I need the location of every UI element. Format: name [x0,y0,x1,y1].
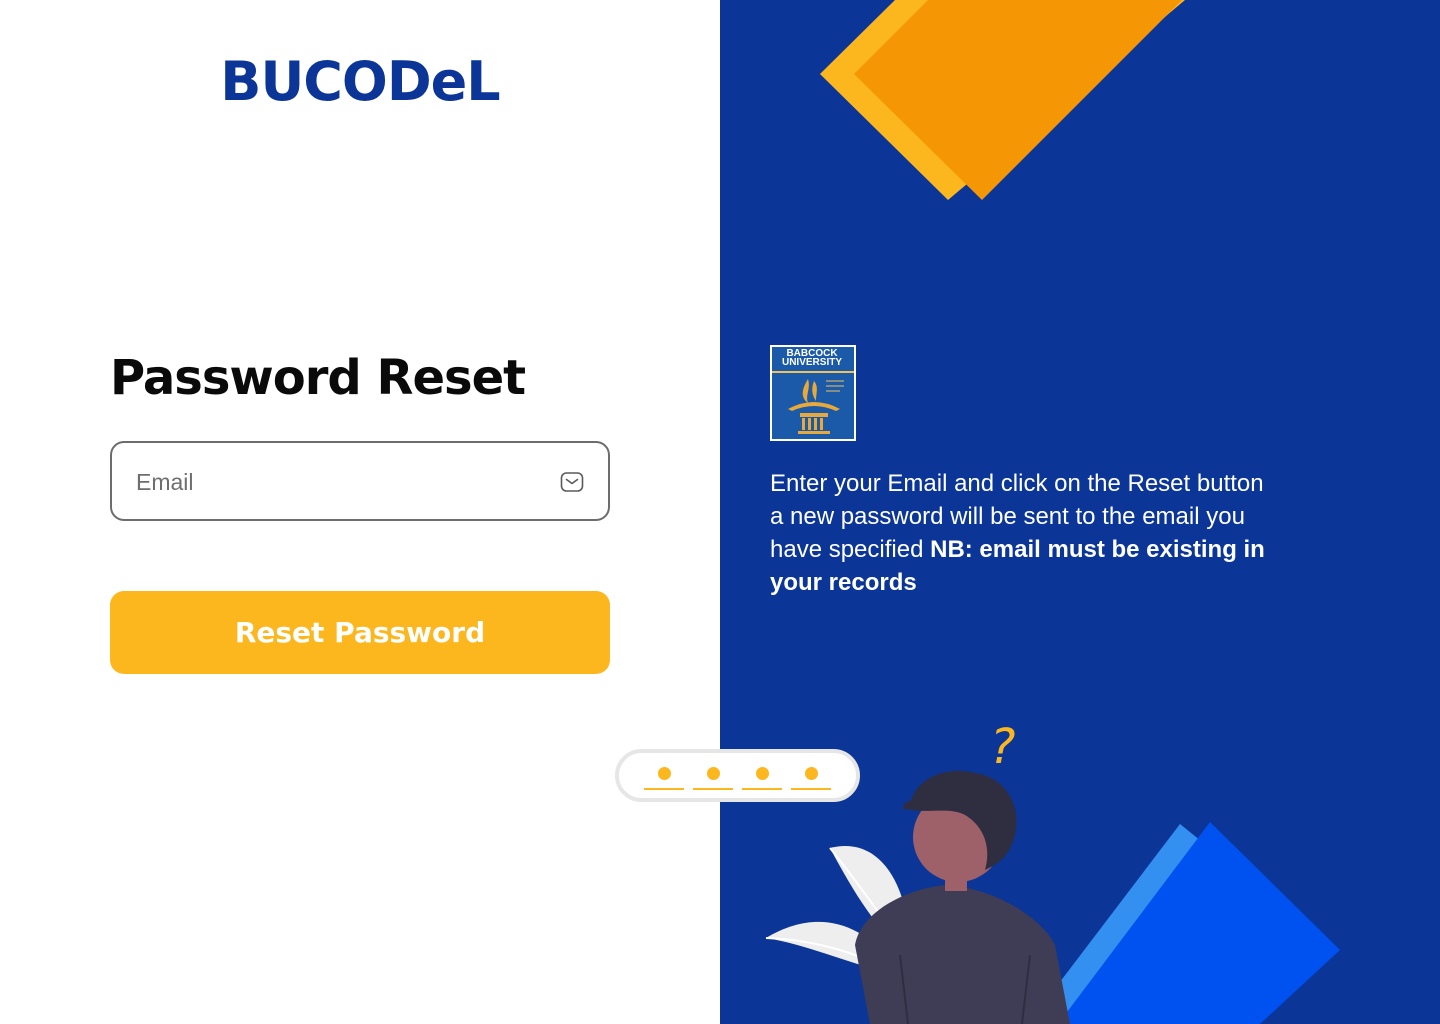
password-dot [742,765,782,793]
page-title: Password Reset [110,350,526,406]
password-reset-page: BUCODeL Password Reset Reset Password BA… [0,0,1440,1024]
logo-text-line2: UNIVERSITY [781,357,842,368]
mail-icon [560,472,584,492]
reset-instructions: Enter your Email and click on the Reset … [770,467,1270,599]
university-logo: BABCOCK UNIVERSITY [770,345,856,441]
password-dots-graphic [615,749,860,802]
form-panel: BUCODeL Password Reset Reset Password [0,0,720,1024]
blue-diamond-shape [1058,822,1340,1024]
brand-logo: BUCODeL [0,50,720,113]
email-input[interactable] [134,443,548,521]
torch-emblem-icon [788,379,844,434]
question-mark-icon: ? [990,719,1015,775]
email-field[interactable] [110,441,610,521]
password-dot [644,765,684,793]
password-dot [791,765,831,793]
person-body [855,885,1070,1024]
orange-diamond-shape [854,0,1182,200]
brand-name: BUCODeL [220,50,500,113]
reset-password-button[interactable]: Reset Password [110,591,610,674]
password-dot [693,765,733,793]
